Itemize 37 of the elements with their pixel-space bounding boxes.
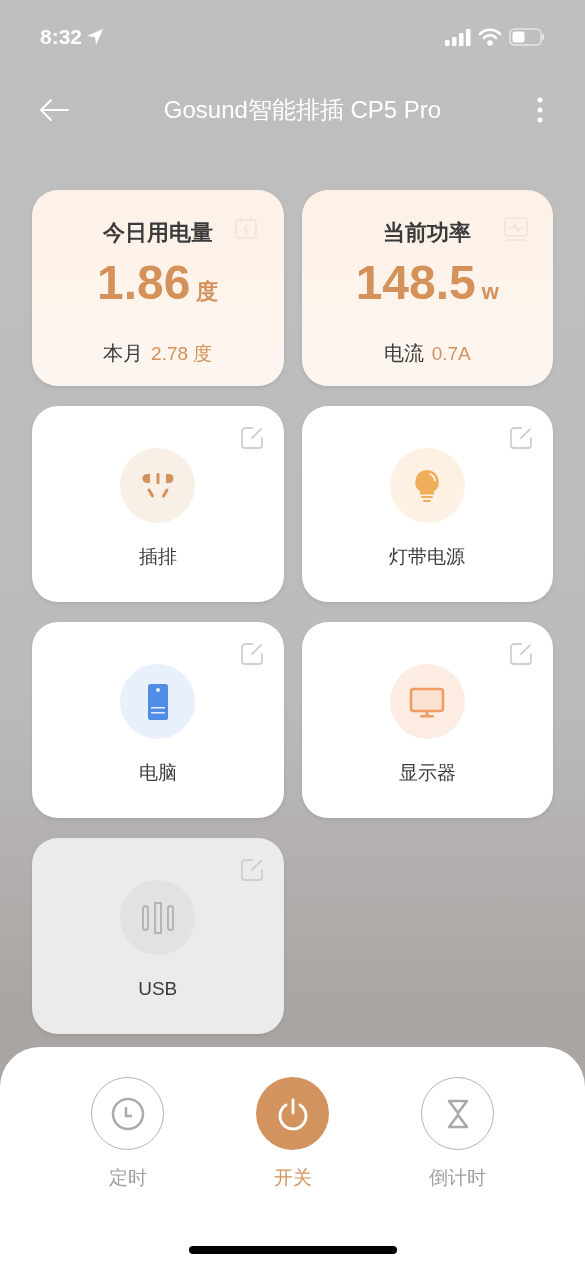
location-arrow-icon — [86, 28, 105, 46]
clock-icon — [109, 1095, 146, 1132]
back-arrow-icon — [38, 98, 70, 122]
stat-value: 148.5 — [355, 259, 476, 307]
edit-icon[interactable] — [509, 642, 533, 666]
action-label: 定时 — [108, 1166, 147, 1190]
outlet-card[interactable]: 显示器 — [301, 622, 553, 818]
outlet-card[interactable]: 插排 — [32, 406, 284, 602]
outlet-card[interactable]: 电脑 — [32, 622, 284, 818]
edit-icon[interactable] — [239, 642, 264, 666]
stat-unit: 度 — [196, 278, 219, 306]
action-label: 倒计时 — [429, 1166, 486, 1190]
stat-sub-label: 本月 — [103, 341, 144, 366]
outlet-name: 灯带电源 — [389, 545, 466, 569]
outlet-name: 电脑 — [138, 761, 177, 785]
edit-icon[interactable] — [239, 426, 264, 450]
stat-title: 今日用电量 — [102, 219, 213, 247]
wifi-icon — [478, 28, 502, 46]
stat-sub-label: 电流 — [383, 341, 424, 366]
stat-sub-value: 0.7A — [431, 342, 471, 366]
more-icon — [537, 97, 543, 123]
stat-unit: w — [481, 278, 499, 306]
outlet-name: 显示器 — [398, 761, 456, 785]
outlet-name: 插排 — [138, 545, 177, 569]
action-label: 开关 — [273, 1166, 312, 1190]
stat-title: 当前功率 — [383, 219, 472, 247]
edit-icon[interactable] — [239, 858, 264, 882]
stat-value: 1.86 — [97, 259, 191, 307]
status-time: 8:32 — [40, 24, 83, 51]
outlet-name: USB — [138, 977, 178, 1001]
edit-icon[interactable] — [509, 426, 533, 450]
outlet-card[interactable]: 灯带电源 — [301, 406, 553, 602]
battery-icon — [509, 28, 545, 46]
signal-icon — [445, 28, 471, 46]
stat-sub-value: 2.78 度 — [151, 342, 213, 366]
outlet-card[interactable]: USB — [32, 838, 284, 1034]
page-title: Gosund智能排插 CP5 Pro — [163, 95, 442, 125]
